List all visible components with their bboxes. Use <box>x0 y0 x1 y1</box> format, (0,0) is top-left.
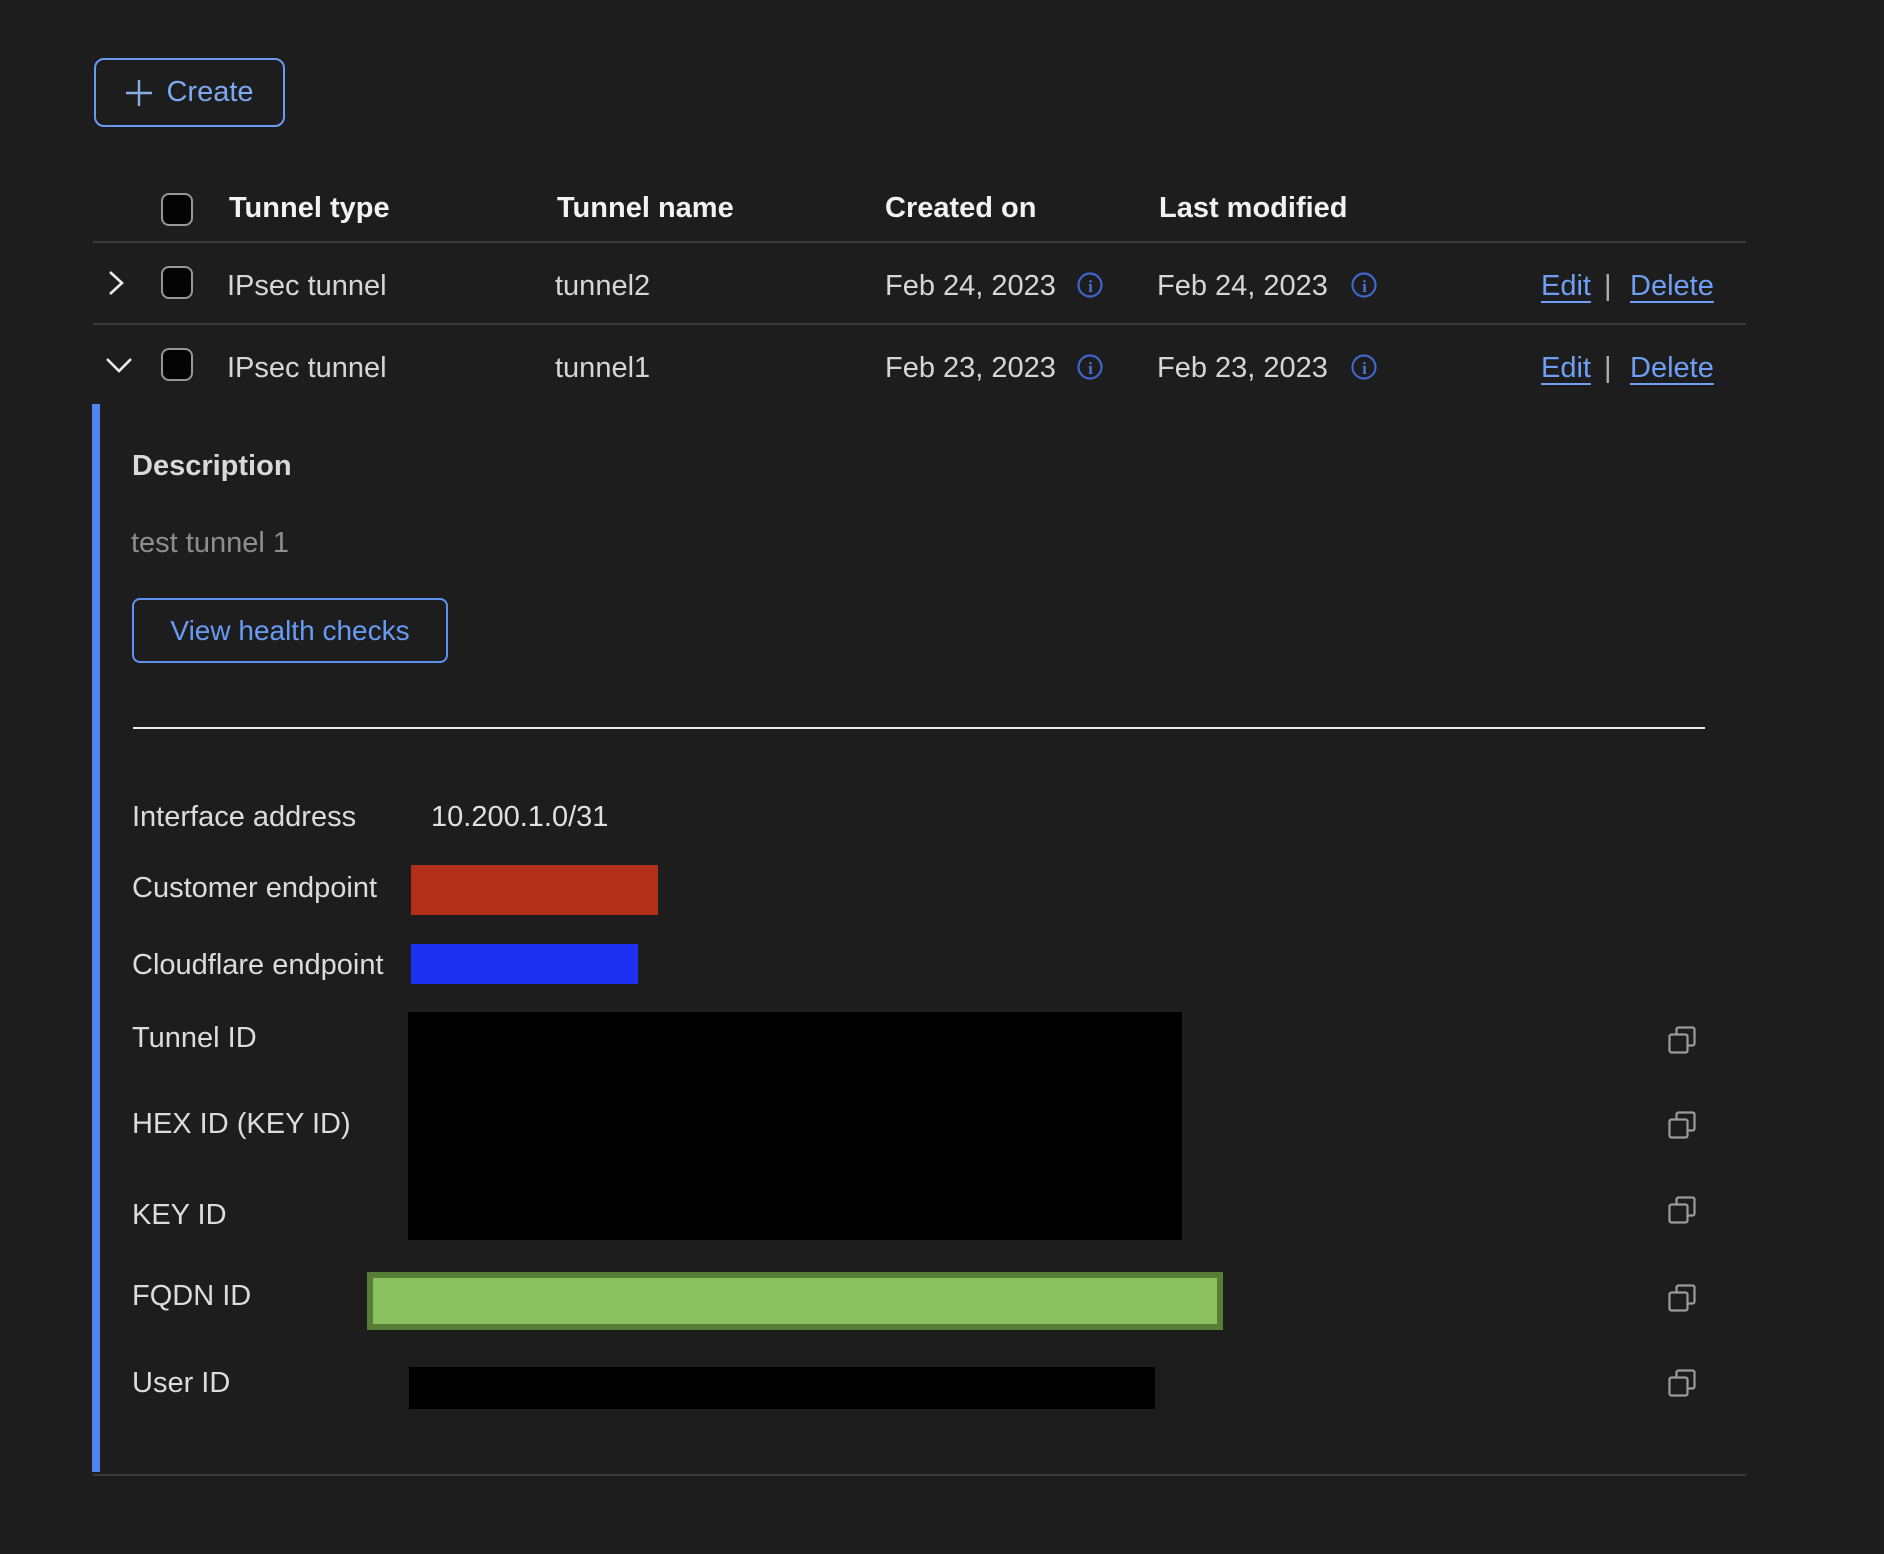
svg-text:i: i <box>1362 277 1367 296</box>
svg-text:i: i <box>1088 277 1093 296</box>
svg-text:i: i <box>1362 359 1367 378</box>
svg-text:i: i <box>1088 359 1093 378</box>
